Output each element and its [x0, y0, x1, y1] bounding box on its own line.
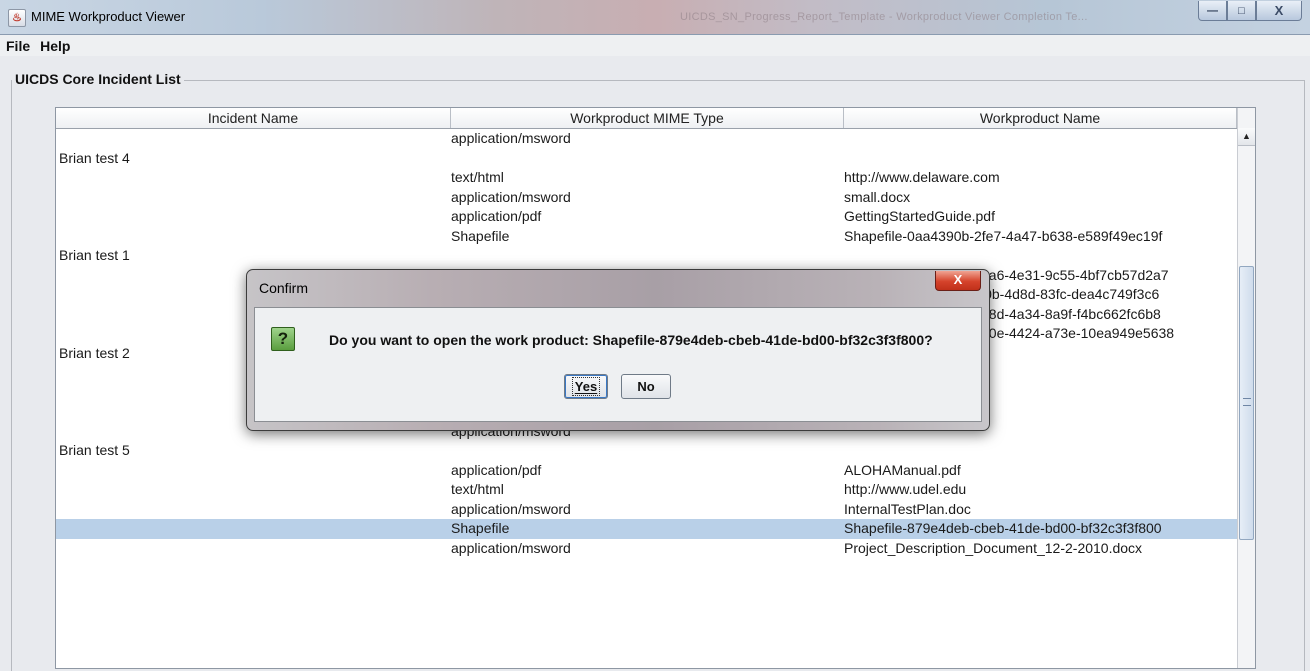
menu-bar: File Help	[0, 35, 1310, 56]
menu-help[interactable]: Help	[34, 38, 74, 54]
table-row[interactable]: Shapefile Shapefile-879e4deb-cbeb-41de-bd…	[56, 519, 1237, 539]
table-row[interactable]: application/msword small.docx	[56, 188, 1237, 208]
java-app-icon: ♨	[8, 9, 26, 27]
cell-workproduct-name: ALOHAManual.pdf	[844, 461, 961, 478]
cell-workproduct-name: InternalTestPlan.doc	[844, 500, 971, 517]
table-row[interactable]: Brian test 4	[56, 149, 1237, 169]
cell-mime-type: application/msword	[451, 500, 571, 517]
column-header-incident-name[interactable]: Incident Name	[56, 108, 451, 128]
minimize-button[interactable]: —	[1198, 1, 1227, 21]
vertical-scrollbar[interactable]: ▲	[1237, 108, 1255, 668]
confirm-dialog: Confirm X ? Do you want to open the work…	[246, 269, 990, 431]
table-row[interactable]: application/pdf ALOHAManual.pdf	[56, 461, 1237, 481]
question-icon: ?	[271, 327, 295, 351]
table-row[interactable]: application/pdf GettingStartedGuide.pdf	[56, 207, 1237, 227]
cell-mime-type: application/msword	[451, 539, 571, 556]
dialog-title: Confirm	[259, 280, 309, 296]
maximize-button[interactable]: □	[1227, 1, 1256, 21]
panel-title: UICDS Core Incident List	[12, 70, 184, 88]
table-row[interactable]: Brian test 5	[56, 441, 1237, 461]
scrollbar-grip-icon	[1243, 398, 1251, 406]
cell-mime-type: application/pdf	[451, 208, 542, 224]
table-header: Incident Name Workproduct MIME Type Work…	[56, 108, 1237, 129]
menu-file[interactable]: File	[0, 38, 34, 54]
table-row[interactable]: text/html http://www.delaware.com	[56, 168, 1237, 188]
table-row[interactable]: text/html http://www.udel.edu	[56, 480, 1237, 500]
table-row[interactable]: Brian test 1	[56, 246, 1237, 266]
no-button-label: No	[637, 379, 655, 394]
scrollbar-thumb[interactable]	[1239, 266, 1254, 540]
column-header-mime-type[interactable]: Workproduct MIME Type	[451, 108, 844, 128]
dialog-body: ? Do you want to open the work product: …	[254, 307, 982, 422]
cell-mime-type: Shapefile	[451, 520, 510, 536]
cell-mime-type: Shapefile	[451, 227, 510, 244]
cell-mime-type: text/html	[451, 481, 504, 497]
cell-incident-name: Brian test 2	[59, 344, 130, 361]
dialog-message: Do you want to open the work product: Sh…	[329, 332, 933, 348]
cell-mime-type: application/msword	[451, 188, 571, 205]
cell-workproduct-name: Shapefile-879e4deb-cbeb-41de-bd00-bf32c3…	[844, 520, 1162, 536]
cell-mime-type: application/pdf	[451, 461, 542, 478]
table-row[interactable]: application/msword Project_Description_Do…	[56, 539, 1237, 559]
background-window-title: UICDS_SN_Progress_Report_Template - Work…	[680, 11, 1088, 23]
cell-workproduct-name: Shapefile-0aa4390b-2fe7-4a47-b638-e589f4…	[844, 227, 1163, 244]
cell-workproduct-name: Project_Description_Document_12-2-2010.d…	[844, 539, 1143, 556]
close-button[interactable]: X	[1256, 1, 1302, 21]
table-row[interactable]: application/msword InternalTestPlan.doc	[56, 500, 1237, 520]
yes-button-label: Yes	[571, 377, 601, 396]
cell-workproduct-name: http://www.delaware.com	[844, 169, 1000, 185]
table-row[interactable]: Shapefile Shapefile-0aa4390b-2fe7-4a47-b6…	[56, 227, 1237, 247]
cell-incident-name: Brian test 1	[59, 247, 130, 263]
window-titlebar: ♨ MIME Workproduct Viewer UICDS_SN_Progr…	[0, 0, 1310, 35]
cell-mime-type: application/msword	[451, 130, 571, 146]
window-controls: — □ X	[1198, 1, 1302, 21]
cell-workproduct-name: small.docx	[844, 188, 911, 205]
cell-mime-type: text/html	[451, 169, 504, 185]
window-title: MIME Workproduct Viewer	[31, 9, 186, 24]
table-row[interactable]: application/msword	[56, 129, 1237, 149]
cell-incident-name: Brian test 4	[59, 149, 130, 166]
dialog-close-button[interactable]: X	[935, 271, 981, 291]
cell-incident-name: Brian test 5	[59, 442, 130, 458]
cell-workproduct-name: http://www.udel.edu	[844, 481, 967, 497]
no-button[interactable]: No	[621, 374, 671, 399]
column-header-workproduct-name[interactable]: Workproduct Name	[844, 108, 1237, 128]
scroll-up-arrow-icon[interactable]: ▲	[1238, 128, 1255, 146]
cell-workproduct-name: GettingStartedGuide.pdf	[844, 208, 995, 224]
yes-button[interactable]: Yes	[564, 374, 608, 399]
